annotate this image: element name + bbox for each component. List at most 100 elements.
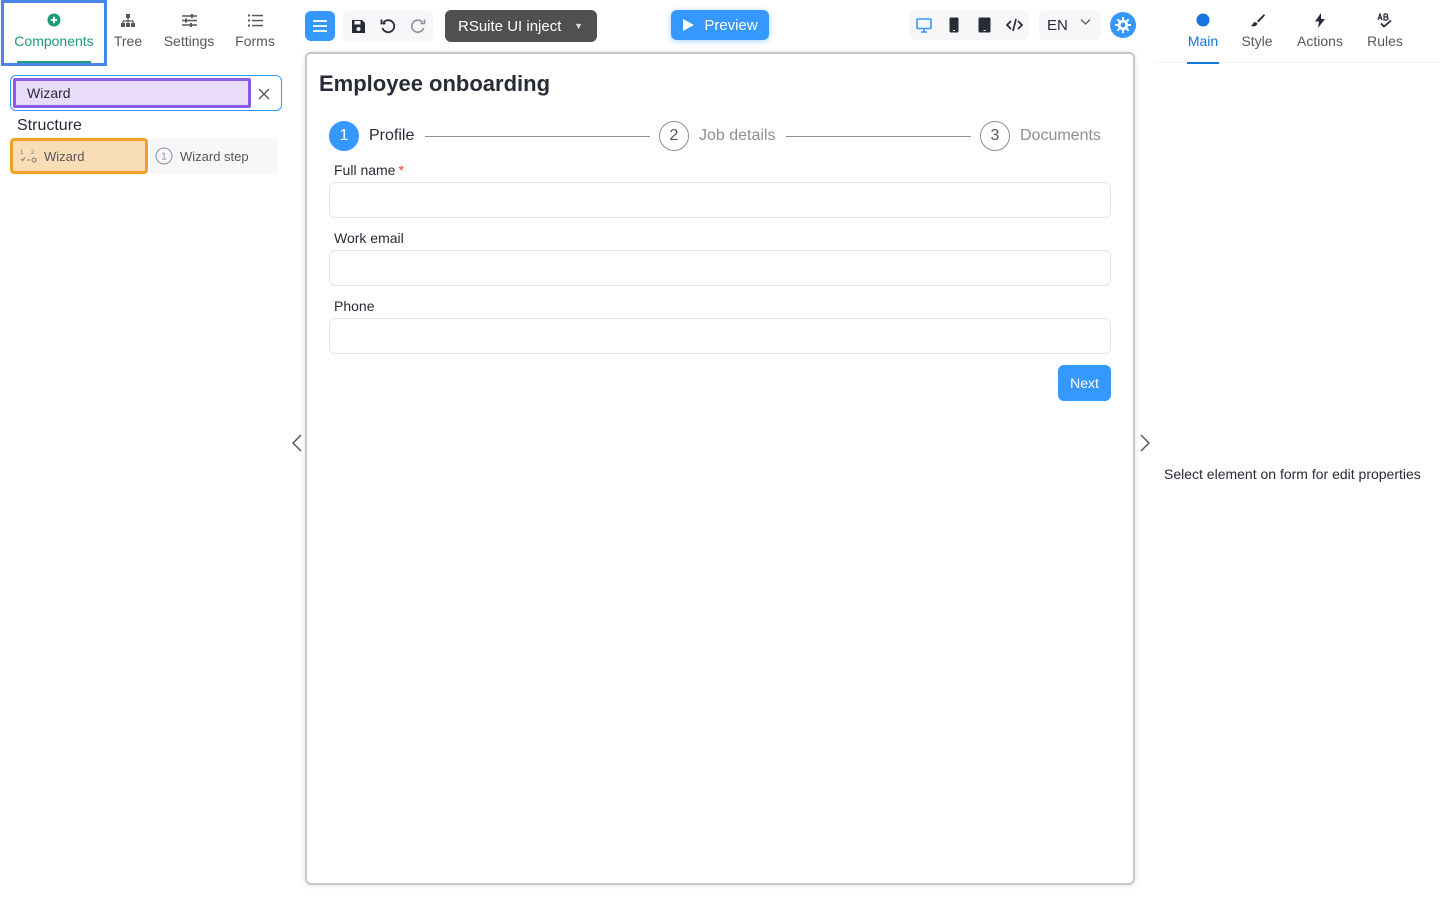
step-label: Documents bbox=[1020, 127, 1101, 144]
component-search bbox=[10, 75, 282, 111]
right-tabs: Main Style Actions Rules bbox=[1155, 0, 1440, 64]
language-select-value: EN bbox=[1047, 16, 1068, 34]
theme-select-value: RSuite UI inject bbox=[458, 17, 562, 35]
step-connector bbox=[786, 136, 971, 137]
palette-item-wizard[interactable]: 12 Wizard bbox=[10, 138, 148, 174]
chevron-right-icon bbox=[1140, 434, 1150, 452]
theme-select[interactable]: RSuite UI inject ▼ bbox=[445, 10, 597, 42]
tab-rules[interactable]: Rules bbox=[1365, 0, 1405, 63]
form-title: Employee onboarding bbox=[319, 71, 551, 96]
preview-button[interactable]: Preview bbox=[671, 10, 769, 40]
active-tab-indicator bbox=[1187, 62, 1219, 64]
undo-icon bbox=[380, 19, 396, 34]
toolbar: RSuite UI inject ▼ Preview EN bbox=[300, 0, 1145, 52]
tablet-icon bbox=[978, 17, 990, 33]
tablet-view-button[interactable] bbox=[969, 10, 999, 40]
step-number-icon: 1 bbox=[154, 146, 174, 166]
gear-icon bbox=[1115, 17, 1131, 33]
left-tabs: Components Tree Settings Forms bbox=[0, 0, 290, 66]
properties-empty-message: Select element on form for edit properti… bbox=[1164, 466, 1421, 482]
sliders-icon bbox=[181, 12, 197, 28]
tab-components[interactable]: Components bbox=[1, 0, 107, 66]
app-settings-button[interactable] bbox=[1110, 12, 1136, 38]
play-icon bbox=[682, 18, 695, 32]
step-connector bbox=[425, 136, 650, 137]
bolt-icon bbox=[1315, 12, 1325, 28]
plus-circle-icon bbox=[47, 12, 61, 28]
list-icon bbox=[247, 12, 263, 28]
step-number-icon-text: 1 bbox=[161, 152, 167, 163]
device-switcher bbox=[909, 10, 1029, 40]
collapse-right-panel-button[interactable] bbox=[1137, 432, 1153, 454]
undo-button[interactable] bbox=[373, 10, 403, 42]
redo-button[interactable] bbox=[403, 10, 433, 42]
edit-actions bbox=[343, 10, 433, 42]
sitemap-icon bbox=[121, 12, 135, 28]
collapse-left-panel-button[interactable] bbox=[289, 432, 305, 454]
phone-field[interactable] bbox=[329, 318, 1111, 354]
required-marker: * bbox=[398, 162, 404, 178]
language-select[interactable]: EN bbox=[1039, 10, 1101, 40]
mobile-icon bbox=[949, 17, 959, 33]
step-label: Profile bbox=[369, 127, 415, 144]
active-tab-indicator bbox=[17, 61, 91, 63]
tab-forms-label: Forms bbox=[235, 33, 275, 49]
work-email-label: Work email bbox=[334, 230, 404, 246]
svg-text:1: 1 bbox=[20, 150, 24, 156]
tab-tree[interactable]: Tree bbox=[106, 0, 150, 66]
caret-down-icon: ▼ bbox=[574, 21, 583, 31]
tab-settings[interactable]: Settings bbox=[158, 0, 220, 66]
full-name-field[interactable] bbox=[329, 182, 1111, 218]
tab-components-label: Components bbox=[14, 33, 94, 49]
tab-main[interactable]: Main bbox=[1187, 0, 1219, 64]
chevron-down-icon bbox=[1080, 18, 1091, 26]
phone-label: Phone bbox=[334, 298, 375, 314]
next-button[interactable]: Next bbox=[1058, 365, 1111, 401]
code-icon bbox=[1005, 18, 1023, 32]
svg-text:2: 2 bbox=[31, 150, 35, 156]
mobile-view-button[interactable] bbox=[939, 10, 969, 40]
redo-icon bbox=[411, 19, 426, 33]
chevron-left-icon bbox=[292, 434, 302, 452]
tab-main-label: Main bbox=[1187, 33, 1219, 49]
clear-search-button[interactable] bbox=[251, 81, 277, 107]
circle-icon bbox=[1196, 12, 1210, 28]
wizard-step-documents[interactable]: 3 Documents bbox=[980, 120, 1101, 152]
tab-actions-label: Actions bbox=[1297, 33, 1343, 49]
wizard-step-profile[interactable]: 1 Profile bbox=[329, 120, 414, 152]
wizard-step-job-details[interactable]: 2 Job details bbox=[659, 120, 776, 152]
wizard-icon: 12 bbox=[20, 148, 38, 164]
tab-settings-label: Settings bbox=[163, 33, 215, 49]
menu-button[interactable] bbox=[305, 11, 335, 41]
desktop-icon bbox=[916, 17, 932, 33]
step-number: 3 bbox=[980, 121, 1010, 151]
search-input[interactable] bbox=[13, 78, 251, 108]
tab-style-label: Style bbox=[1241, 33, 1273, 49]
step-number: 2 bbox=[659, 121, 689, 151]
step-label: Job details bbox=[699, 127, 776, 144]
desktop-view-button[interactable] bbox=[909, 10, 939, 40]
wizard-stepper: 1 Profile 2 Job details 3 Documents bbox=[329, 120, 1103, 152]
preview-button-label: Preview bbox=[704, 16, 758, 34]
ab-check-icon bbox=[1377, 12, 1393, 28]
work-email-field[interactable] bbox=[329, 250, 1111, 286]
hamburger-icon bbox=[313, 20, 327, 32]
tab-tree-label: Tree bbox=[113, 33, 143, 49]
tab-style[interactable]: Style bbox=[1239, 0, 1275, 63]
save-button[interactable] bbox=[343, 10, 373, 42]
full-name-label: Full name * bbox=[334, 162, 404, 178]
palette-item-wizard-step[interactable]: 1 Wizard step bbox=[150, 138, 278, 174]
properties-panel: Main Style Actions Rules Select element … bbox=[1155, 0, 1440, 900]
palette-item-wizard-step-label: Wizard step bbox=[180, 148, 249, 164]
palette-item-wizard-label: Wizard bbox=[44, 148, 85, 164]
tab-forms[interactable]: Forms bbox=[231, 0, 279, 66]
close-icon bbox=[258, 88, 270, 100]
tab-rules-label: Rules bbox=[1367, 33, 1403, 49]
code-view-button[interactable] bbox=[999, 10, 1029, 40]
palette-section-title: Structure bbox=[17, 117, 82, 134]
step-number: 1 bbox=[329, 121, 359, 151]
form-canvas: Employee onboarding 1 Profile 2 Job deta… bbox=[305, 52, 1135, 885]
left-panel: Components Tree Settings Forms Struc bbox=[0, 0, 290, 900]
full-name-label-text: Full name bbox=[334, 162, 396, 178]
tab-actions[interactable]: Actions bbox=[1295, 0, 1345, 63]
